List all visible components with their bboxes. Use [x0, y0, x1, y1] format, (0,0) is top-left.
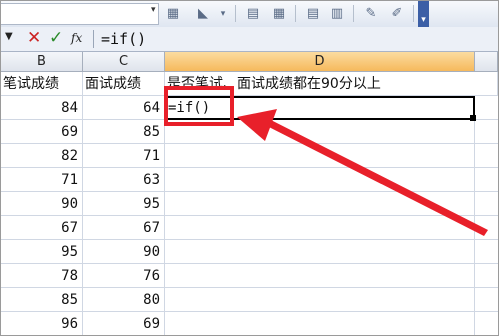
annotation-arrow: [237, 109, 488, 236]
spreadsheet-window: ▾ ▦ ◣ ▾ ▤ ▦ ▤ ▥ ✎ ✐ ▾ ▼ ✕ ✓ fx =if() B C…: [0, 0, 499, 336]
